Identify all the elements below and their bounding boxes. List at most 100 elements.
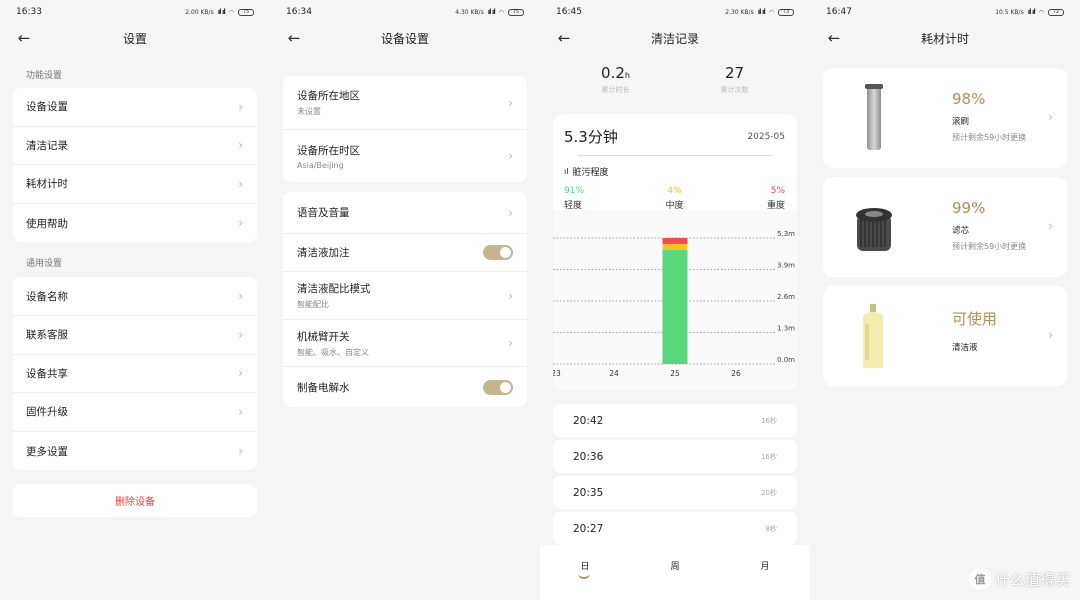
chevron-right-icon: › — [508, 205, 513, 220]
page-title: 设备设置 — [380, 31, 429, 46]
record-item[interactable]: 20:42 16秒 — [553, 404, 797, 437]
dirt-levels: 91% 轻度 4% 中度 5% 重度 — [553, 178, 797, 211]
record-duration: 16秒 — [761, 416, 777, 425]
back-arrow-icon[interactable]: ← — [824, 28, 844, 48]
x-tick-label: 25 — [670, 369, 680, 378]
bar-segment — [662, 238, 688, 244]
record-item[interactable]: 20:35 20秒 — [553, 476, 797, 509]
consumable-card-roller[interactable]: 98% 滚刷 预计剩余59小时更换 › — [823, 68, 1067, 168]
menu-item-electrolyzed-water: 制备电解水 — [283, 367, 527, 407]
back-arrow-icon[interactable]: ← — [14, 28, 34, 48]
menu-item-value: 智能、吸水、自定义 — [297, 347, 369, 357]
consumables-screen: 16:47 10.5 KB/s ıl ıl ◠ 72 ← 耗材计时 98% 滚刷 — [810, 0, 1080, 600]
status-bar: 16:47 10.5 KB/s ıl ıl ◠ 72 — [810, 0, 1080, 24]
menu-item-region[interactable]: 设备所在地区 未设置 › — [283, 76, 527, 130]
menu-item-firmware[interactable]: 固件升级 › — [13, 393, 257, 432]
y-tick-label: 5.3m — [777, 230, 795, 238]
consumable-sub: 预计剩余59小时更换 — [952, 133, 1027, 142]
menu-item-label: 耗材计时 — [26, 178, 68, 191]
clean-duration: 5.3分钟 — [564, 128, 618, 146]
chevron-right-icon: › — [508, 95, 513, 110]
header: ← 设备设置 — [270, 24, 540, 52]
page-title: 清洁记录 — [650, 31, 699, 46]
summary: 0.2h 累计时长 27 累计次数 — [540, 52, 810, 114]
menu-item-label: 设备名称 — [26, 290, 68, 303]
chevron-right-icon: › — [1048, 110, 1053, 124]
net-speed: 4.30 KB/s — [455, 8, 484, 16]
menu-item-voice[interactable]: 语音及音量 › — [283, 192, 527, 234]
status-icons: 2.30 KB/s ıl ıl ◠ 73 — [725, 8, 794, 16]
general-settings-card: 设备名称 › 联系客服 › 设备共享 › 固件升级 › 更多设置 › — [13, 277, 257, 471]
menu-item-device-name[interactable]: 设备名称 › — [13, 277, 257, 316]
battery-icon: 75 — [238, 8, 254, 16]
tab-day[interactable]: 日 — [565, 559, 605, 600]
menu-item-customer-service[interactable]: 联系客服 › — [13, 316, 257, 355]
tab-month[interactable]: 月 — [745, 559, 785, 600]
menu-item-label: 设备共享 — [26, 367, 68, 380]
cleaning-options-card: 语音及音量 › 清洁液加注 清洁液配比模式 智能配比 › 机械臂开关 智能、吸水、自… — [283, 192, 527, 407]
consumable-value: 可使用 — [952, 310, 998, 328]
menu-item-consumables[interactable]: 耗材计时 › — [13, 165, 257, 204]
level-heavy: 5% 重度 — [715, 186, 785, 211]
menu-item-label: 语音及音量 — [297, 207, 350, 219]
menu-item-label: 固件升级 — [26, 406, 68, 419]
signal-icon: ıl ıl — [1027, 8, 1036, 16]
menu-item-timezone[interactable]: 设备所在时区 Asia/Beijing › — [283, 130, 527, 182]
menu-item-device-share[interactable]: 设备共享 › — [13, 355, 257, 394]
chevron-right-icon: › — [238, 138, 243, 153]
dirt-level-title: ıl 脏污程度 — [553, 156, 797, 178]
menu-item-label: 制备电解水 — [297, 381, 350, 394]
chart-date[interactable]: 2025-05 — [747, 132, 785, 142]
menu-item-clean-records[interactable]: 清洁记录 › — [13, 127, 257, 166]
dirt-bar-chart[interactable]: 0.0m 1.3m 2.6m 3.9m 5.3m 23 24 25 26 — [553, 210, 797, 390]
menu-item-label: 清洁记录 — [26, 139, 68, 152]
record-item[interactable]: 20:27 8秒 — [553, 512, 797, 545]
location-card: 设备所在地区 未设置 › 设备所在时区 Asia/Beijing › — [283, 76, 527, 182]
consumable-value: 99% — [952, 199, 986, 217]
signal-icon: ıl ıl — [487, 8, 496, 16]
back-arrow-icon[interactable]: ← — [284, 28, 304, 48]
menu-item-device-settings[interactable]: 设备设置 › — [13, 88, 257, 127]
menu-item-label: 设备所在地区 — [297, 90, 360, 102]
header: ← 耗材计时 — [810, 24, 1080, 52]
status-bar: 16:33 2.00 KB/s ıl ıl ◠ 75 — [0, 0, 270, 24]
section-label-general: 通用设置 — [26, 259, 63, 270]
consumable-card-filter[interactable]: 99% 滤芯 预计剩余59小时更换 › — [823, 177, 1067, 277]
menu-item-ratio-mode[interactable]: 清洁液配比模式 智能配比 › — [283, 272, 527, 320]
chevron-right-icon: › — [238, 216, 243, 231]
consumable-name: 滚刷 — [952, 117, 970, 127]
menu-item-detergent: 清洁液加注 — [283, 234, 527, 272]
device-settings-screen: 16:34 4.30 KB/s ıl ıl ◠ 75 ← 设备设置 设备所在地区… — [270, 0, 540, 600]
menu-item-more-settings[interactable]: 更多设置 › — [13, 432, 257, 471]
chevron-right-icon: › — [238, 404, 243, 419]
bar-segment — [662, 249, 688, 364]
menu-item-help[interactable]: 使用帮助 › — [13, 204, 257, 243]
status-icons: 10.5 KB/s ıl ıl ◠ 72 — [995, 8, 1064, 16]
consumable-name: 清洁液 — [952, 343, 978, 353]
menu-item-label: 设备设置 — [26, 101, 68, 114]
chevron-right-icon: › — [238, 366, 243, 381]
status-time: 16:33 — [16, 7, 42, 17]
menu-item-label: 清洁液配比模式 — [297, 283, 371, 295]
total-count: 27 累计次数 — [690, 64, 780, 114]
tab-week[interactable]: 周 — [655, 559, 695, 600]
net-speed: 10.5 KB/s — [995, 8, 1024, 16]
detergent-toggle[interactable] — [483, 245, 513, 260]
electrolyzed-water-toggle[interactable] — [483, 379, 513, 395]
total-time-unit: h — [624, 71, 630, 80]
chevron-right-icon: › — [1048, 219, 1053, 233]
delete-device-button[interactable]: 删除设备 — [13, 484, 257, 518]
status-time: 16:34 — [286, 7, 312, 17]
x-tick-label: 23 — [553, 369, 561, 378]
menu-item-arm-switch[interactable]: 机械臂开关 智能、吸水、自定义 › — [283, 320, 527, 367]
watermark-text: 什么值得买 — [994, 570, 1070, 589]
total-count-label: 累计次数 — [720, 86, 749, 94]
back-arrow-icon[interactable]: ← — [554, 28, 574, 48]
record-duration: 16秒 — [761, 452, 777, 461]
total-time-value: 0.2 — [601, 64, 625, 82]
y-tick-label: 2.6m — [777, 293, 795, 301]
consumable-card-detergent[interactable]: 可使用 清洁液 › — [823, 286, 1067, 386]
page-title: 耗材计时 — [920, 31, 969, 46]
watermark-badge: 值 — [968, 568, 991, 590]
record-item[interactable]: 20:36 16秒 — [553, 440, 797, 473]
